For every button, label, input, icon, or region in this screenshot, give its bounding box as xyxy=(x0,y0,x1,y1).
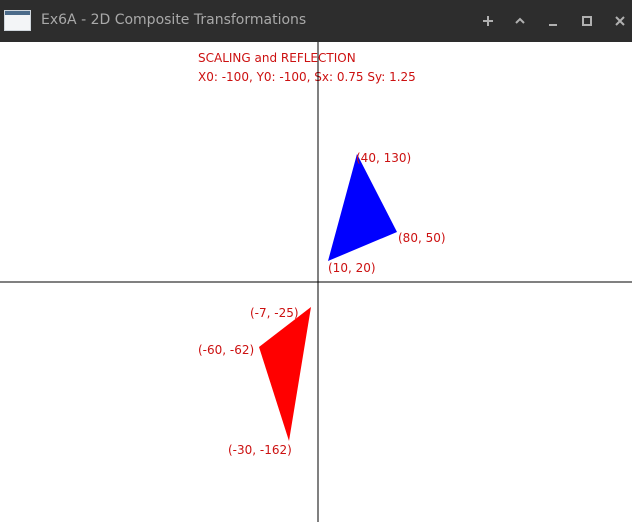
transformed-point-label: (-7, -25) xyxy=(250,306,299,320)
minimize-icon[interactable] xyxy=(543,11,563,31)
transformed-point-label: (-60, -62) xyxy=(198,343,254,357)
transformed-triangle xyxy=(259,307,311,441)
restore-icon[interactable] xyxy=(577,11,597,31)
params-text: X0: -100, Y0: -100, Sx: 0.75 Sy: 1.25 xyxy=(198,70,416,84)
heading-text: SCALING and REFLECTION xyxy=(198,51,356,65)
close-icon[interactable] xyxy=(610,11,630,31)
pin-icon[interactable] xyxy=(478,11,498,31)
graph-svg: SCALING and REFLECTION X0: -100, Y0: -10… xyxy=(0,42,632,522)
app-window-icon xyxy=(4,10,31,31)
drawing-canvas: SCALING and REFLECTION X0: -100, Y0: -10… xyxy=(0,42,632,522)
original-triangle xyxy=(328,154,397,261)
window-title: Ex6A - 2D Composite Transformations xyxy=(41,12,307,28)
maximize-up-icon[interactable] xyxy=(510,11,530,31)
title-bar: Ex6A - 2D Composite Transformations xyxy=(0,0,632,42)
original-point-label: (40, 130) xyxy=(356,151,411,165)
transformed-point-label: (-30, -162) xyxy=(228,443,292,457)
original-point-label: (80, 50) xyxy=(398,231,446,245)
original-point-label: (10, 20) xyxy=(328,261,376,275)
